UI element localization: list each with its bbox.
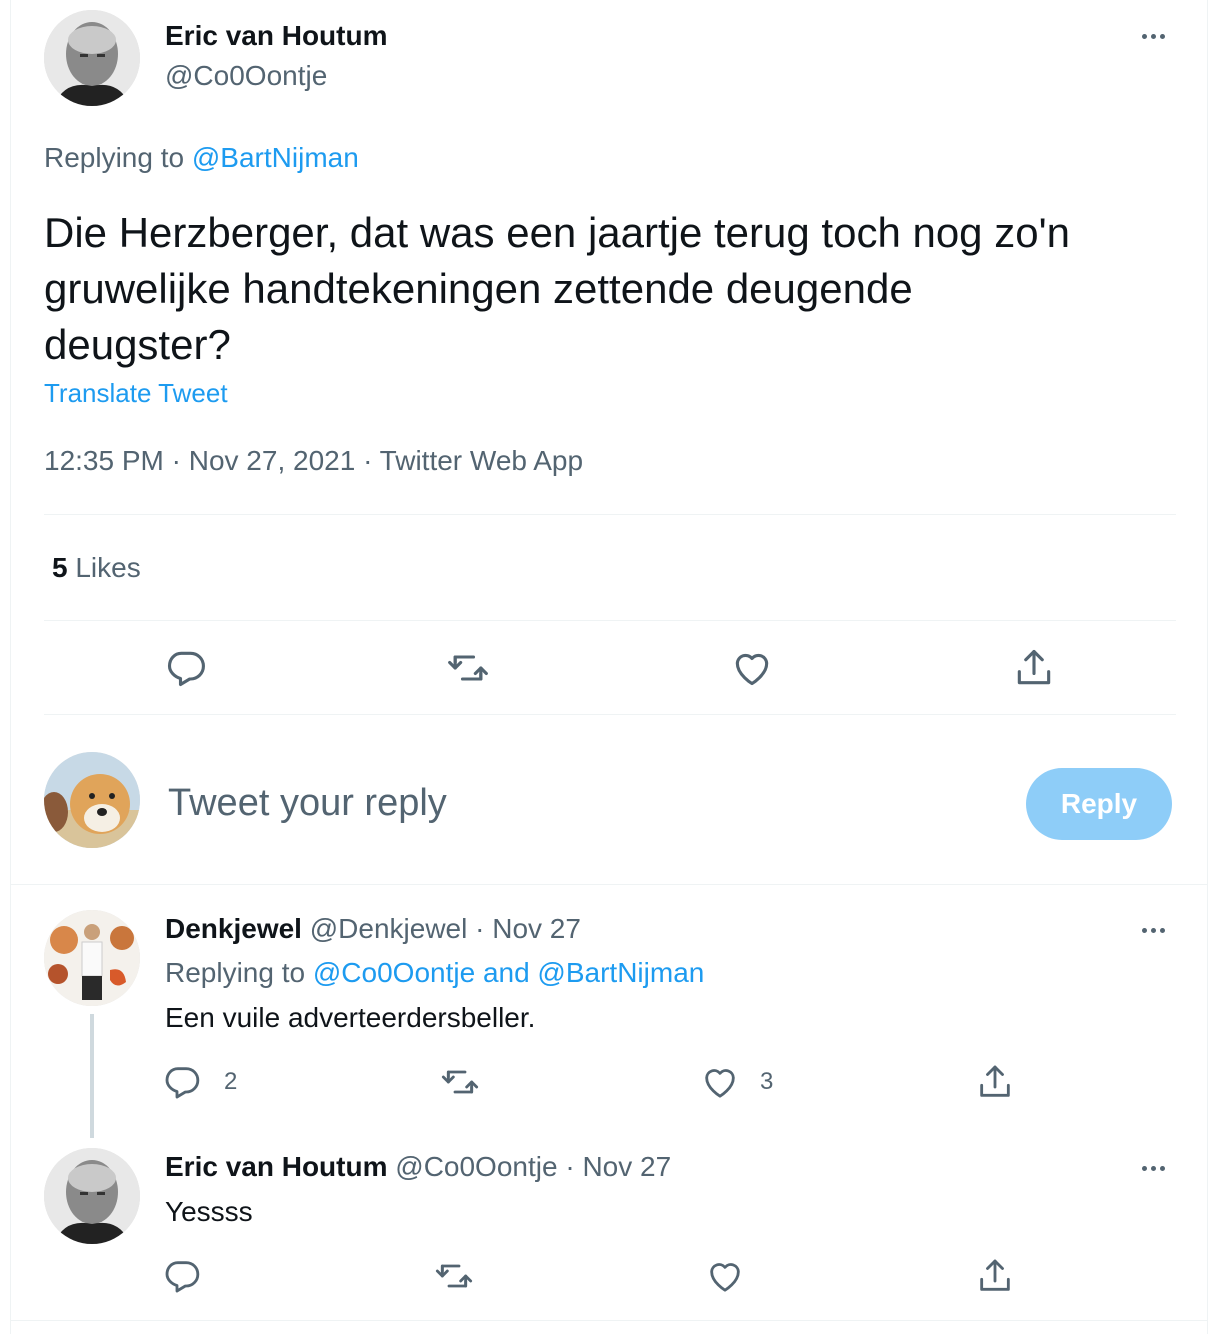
reply-author-handle[interactable]: @Co0Oontje: [395, 1151, 557, 1182]
reply-button[interactable]: Reply: [1026, 768, 1172, 840]
replying-prefix: Replying to: [165, 957, 306, 988]
share-icon[interactable]: [975, 1062, 1015, 1102]
share-icon[interactable]: [1012, 646, 1056, 690]
reply-count: 2: [224, 1068, 238, 1095]
reply-icon[interactable]: [164, 646, 208, 690]
reply-author-avatar[interactable]: [44, 1148, 140, 1244]
divider: [10, 1320, 1208, 1321]
likes-summary[interactable]: 5 Likes: [52, 552, 141, 584]
more-icon[interactable]: [1142, 1166, 1165, 1171]
divider: [44, 514, 1176, 515]
likes-count: 5: [52, 552, 68, 583]
like-icon[interactable]: [705, 1256, 745, 1296]
replying-to: Replying to @BartNijman: [44, 142, 359, 174]
reply-date[interactable]: · Nov 27: [475, 913, 581, 944]
share-icon[interactable]: [975, 1256, 1015, 1296]
like-icon[interactable]: [730, 646, 774, 690]
reply-header: Eric van Houtum @Co0Oontje · Nov 27: [165, 1151, 671, 1183]
thread-line: [90, 1014, 94, 1138]
tweet-text: Die Herzberger, dat was een jaartje teru…: [44, 205, 1184, 373]
divider: [44, 620, 1176, 621]
retweet-icon[interactable]: [446, 646, 490, 690]
tweet-text-line: Die Herzberger, dat was een jaartje teru…: [44, 209, 1070, 256]
reply-text: Yessss: [165, 1196, 253, 1227]
more-icon[interactable]: [1142, 34, 1165, 39]
reply-text: Een vuile adverteerdersbeller.: [165, 1002, 536, 1033]
retweet-icon[interactable]: [440, 1062, 480, 1102]
reply-author-name[interactable]: Eric van Houtum: [165, 1151, 387, 1182]
tweet-text-line: gruwelijke handtekeningen zettende deuge…: [44, 265, 913, 312]
divider: [10, 884, 1208, 885]
likes-label: Likes: [75, 552, 141, 583]
replying-to-link[interactable]: @Co0Oontje and @BartNijman: [313, 957, 704, 988]
divider: [44, 714, 1176, 715]
reply-author-handle[interactable]: @Denkjewel: [310, 913, 468, 944]
author-avatar[interactable]: [44, 10, 140, 106]
current-user-avatar[interactable]: [44, 752, 140, 848]
more-icon[interactable]: [1142, 928, 1165, 933]
reply-icon[interactable]: [162, 1256, 202, 1296]
tweet-text-line: deugster?: [44, 321, 231, 368]
author-handle[interactable]: @Co0Oontje: [165, 60, 327, 92]
replying-prefix: Replying to: [44, 142, 185, 173]
tweet-timestamp[interactable]: 12:35 PM · Nov 27, 2021 · Twitter Web Ap…: [44, 445, 583, 477]
reply-icon[interactable]: [162, 1062, 202, 1102]
reply-author-avatar[interactable]: [44, 910, 140, 1006]
translate-tweet-link[interactable]: Translate Tweet: [44, 378, 228, 409]
reply-date[interactable]: · Nov 27: [565, 1151, 671, 1182]
like-count: 3: [760, 1068, 774, 1095]
retweet-icon[interactable]: [434, 1256, 474, 1296]
author-name[interactable]: Eric van Houtum: [165, 20, 387, 52]
reply-author-name[interactable]: Denkjewel: [165, 913, 302, 944]
like-icon[interactable]: [700, 1062, 740, 1102]
reply-replying-to: Replying to @Co0Oontje and @BartNijman: [165, 957, 704, 989]
reply-header: Denkjewel @Denkjewel · Nov 27: [165, 913, 581, 945]
reply-input[interactable]: Tweet your reply: [168, 782, 988, 825]
replying-to-link[interactable]: @BartNijman: [192, 142, 359, 173]
